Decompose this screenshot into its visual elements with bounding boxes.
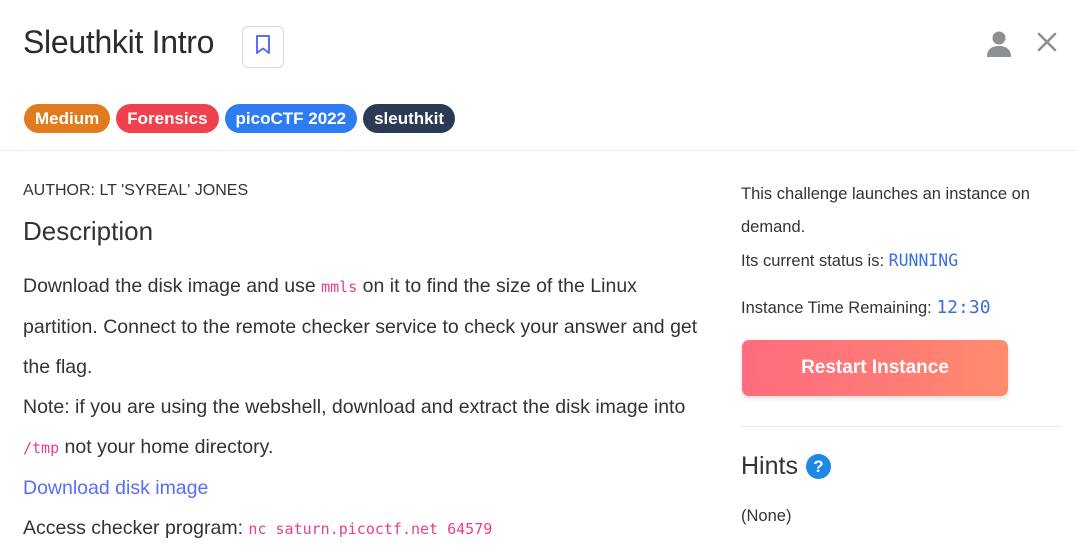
help-icon[interactable]: ? <box>805 454 831 479</box>
header-divider <box>0 150 1077 151</box>
access-paragraph: Access checker program: nc saturn.picoct… <box>23 508 713 549</box>
download-paragraph: Download disk image <box>23 468 713 508</box>
author-line: AUTHOR: LT 'SYREAL' JONES <box>23 182 249 199</box>
sidebar-divider <box>741 426 1061 427</box>
description-text: Download the disk image and use <box>23 275 322 297</box>
access-label: Access checker program: <box>23 517 249 539</box>
tag-event[interactable]: picoCTF 2022 <box>224 104 358 133</box>
hints-value: (None) <box>741 507 792 525</box>
description-heading: Description <box>23 216 154 246</box>
note-text-cont: not your home directory. <box>59 436 274 458</box>
close-icon[interactable] <box>1036 31 1058 58</box>
restart-instance-button[interactable]: Restart Instance <box>742 340 1008 396</box>
time-label: Instance Time Remaining: <box>741 299 937 317</box>
hints-heading: Hints <box>741 452 798 480</box>
tag-list: Medium Forensics picoCTF 2022 sleuthkit <box>24 104 455 133</box>
tag-category[interactable]: Forensics <box>116 104 219 133</box>
status-line: Its current status is: RUNNING <box>741 251 958 271</box>
tag-difficulty[interactable]: Medium <box>24 104 111 133</box>
user-icon[interactable] <box>986 30 1012 63</box>
mmls-code: mmls <box>321 278 358 296</box>
bookmark-button[interactable] <box>242 26 284 68</box>
time-value: 12:30 <box>936 297 991 318</box>
checker-command: nc saturn.picoctf.net 64579 <box>248 520 493 538</box>
description-body: Download the disk image and use mmls on … <box>23 266 713 549</box>
page-title: Sleuthkit Intro <box>23 24 215 60</box>
instance-description: This challenge launches an instance on d… <box>741 185 1030 236</box>
note-text: Note: if you are using the webshell, dow… <box>23 396 686 418</box>
note-paragraph: Note: if you are using the webshell, dow… <box>23 387 713 468</box>
download-disk-image-link[interactable]: Download disk image <box>23 477 208 499</box>
time-remaining-line: Instance Time Remaining: 12:30 <box>741 297 991 318</box>
tag-topic[interactable]: sleuthkit <box>363 104 455 133</box>
status-value: RUNNING <box>888 251 959 270</box>
hints-section: Hints ? <box>741 452 831 481</box>
description-paragraph: Download the disk image and use mmls on … <box>23 266 713 387</box>
bookmark-icon <box>254 34 272 61</box>
tmp-code: /tmp <box>23 439 60 457</box>
status-label: Its current status is: <box>741 252 889 270</box>
instance-info: This challenge launches an instance on d… <box>741 178 1066 244</box>
